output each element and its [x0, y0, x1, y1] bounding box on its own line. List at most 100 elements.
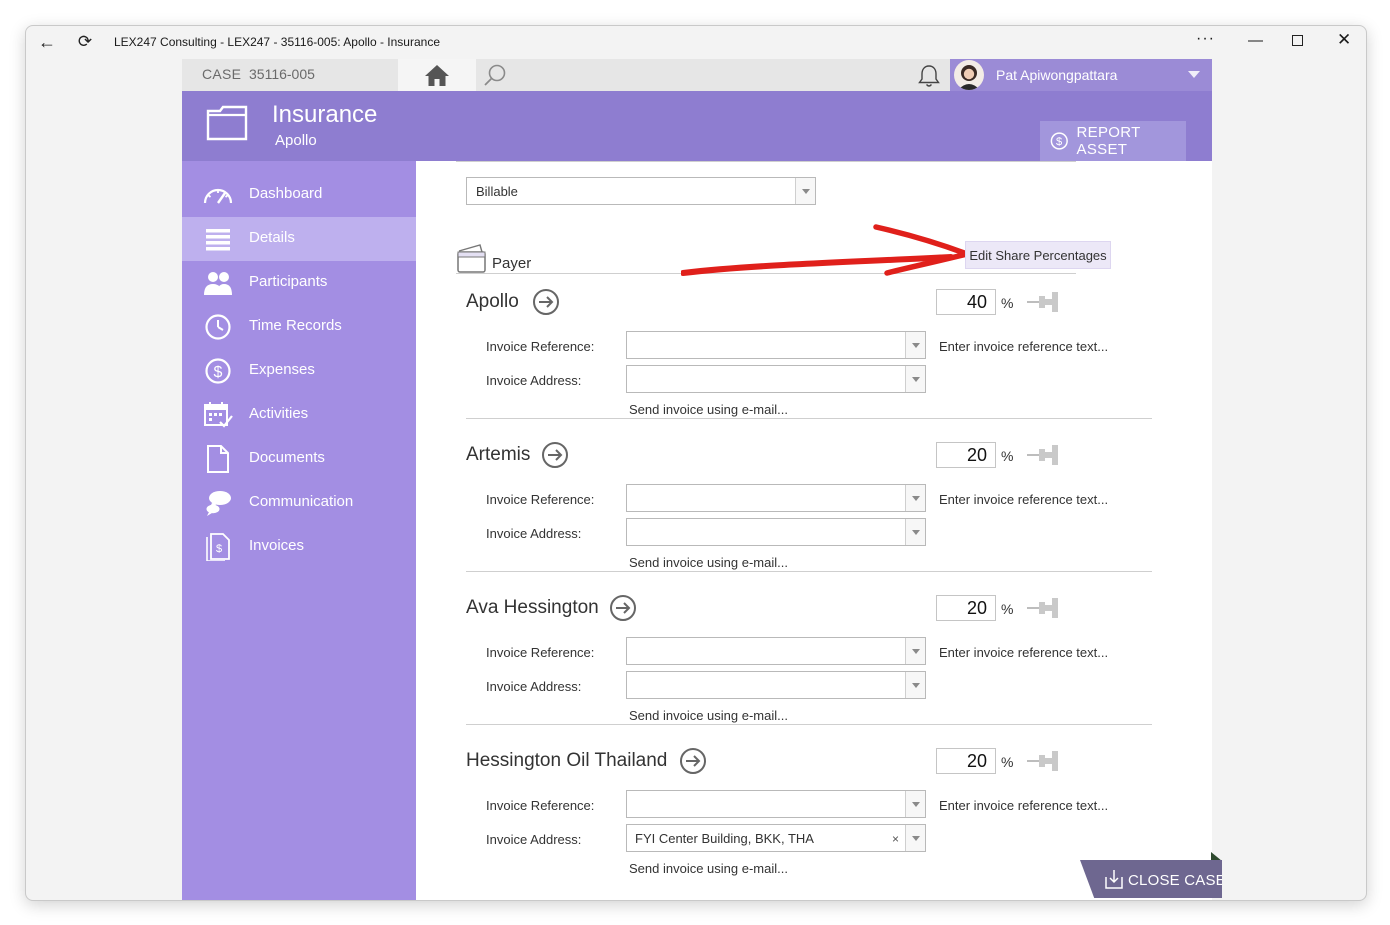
pin-icon[interactable] — [1026, 442, 1060, 468]
pin-icon[interactable] — [1026, 289, 1060, 315]
maximize-icon[interactable] — [1292, 35, 1303, 46]
app-window: ← ⟳ LEX247 Consulting - LEX247 - 35116-0… — [25, 25, 1367, 901]
chevron-down-icon[interactable] — [795, 178, 815, 204]
notification-bell-icon[interactable] — [916, 63, 942, 89]
arrow-right-circle-icon[interactable] — [532, 288, 560, 316]
chevron-down-icon[interactable] — [905, 366, 925, 392]
home-button[interactable] — [398, 59, 476, 91]
details-list-icon — [206, 229, 230, 251]
invoice-reference-select[interactable] — [626, 790, 926, 818]
calendar-check-icon — [204, 402, 233, 428]
sidebar-item-label: Participants — [249, 273, 328, 290]
svg-text:$: $ — [216, 543, 222, 555]
billing-type-select[interactable]: Billable — [466, 177, 816, 205]
send-invoice-email-link[interactable]: Send invoice using e-mail... — [629, 555, 788, 570]
percent-sign: % — [1001, 601, 1014, 617]
invoice-reference-hint[interactable]: Enter invoice reference text... — [939, 645, 1108, 660]
payer-name[interactable]: Apollo — [466, 291, 519, 313]
sidebar-item-dashboard[interactable]: Dashboard — [182, 173, 416, 217]
chevron-down-icon[interactable] — [905, 672, 925, 698]
page-subtitle: Apollo — [275, 132, 317, 149]
share-percentage-input[interactable]: 40 — [936, 289, 996, 315]
invoice-reference-hint[interactable]: Enter invoice reference text... — [939, 798, 1108, 813]
invoice-reference-label: Invoice Reference: — [486, 492, 595, 507]
close-window-icon[interactable]: ✕ — [1337, 30, 1351, 50]
send-invoice-email-link[interactable]: Send invoice using e-mail... — [629, 402, 788, 417]
close-case-button[interactable]: CLOSE CASE — [1080, 860, 1222, 898]
invoice-reference-select[interactable] — [626, 637, 926, 665]
search-icon[interactable] — [482, 63, 508, 87]
invoice-reference-hint[interactable]: Enter invoice reference text... — [939, 339, 1108, 354]
sidebar-item-time-records[interactable]: Time Records — [182, 305, 416, 349]
section-divider — [456, 161, 1076, 162]
payer-row-hessington-oil-thailand: Hessington Oil Thailand 20 % Invoice Ref… — [466, 747, 1156, 900]
invoice-reference-hint[interactable]: Enter invoice reference text... — [939, 492, 1108, 507]
sidebar-item-expenses[interactable]: $ Expenses — [182, 349, 416, 393]
invoice-reference-label: Invoice Reference: — [486, 645, 595, 660]
sidebar-item-label: Documents — [249, 449, 325, 466]
back-arrow-icon[interactable]: ← — [36, 31, 58, 53]
pin-icon[interactable] — [1026, 595, 1060, 621]
share-percentage-input[interactable]: 20 — [936, 595, 996, 621]
payer-name[interactable]: Hessington Oil Thailand — [466, 750, 667, 772]
sidebar-item-participants[interactable]: Participants — [182, 261, 416, 305]
chevron-down-icon[interactable] — [905, 638, 925, 664]
invoice-reference-select[interactable] — [626, 331, 926, 359]
percent-sign: % — [1001, 754, 1014, 770]
user-menu[interactable]: Pat Apiwongpattara — [950, 59, 1212, 91]
clear-icon[interactable]: × — [892, 832, 899, 846]
arrow-right-circle-icon[interactable] — [609, 594, 637, 622]
close-case-label: CLOSE CASE — [1128, 872, 1226, 889]
report-asset-button[interactable]: $ REPORT ASSET — [1040, 121, 1186, 161]
chevron-down-icon[interactable] — [905, 825, 925, 851]
chevron-down-icon[interactable] — [905, 791, 925, 817]
arrow-right-circle-icon[interactable] — [541, 441, 569, 469]
arrow-right-circle-icon[interactable] — [679, 747, 707, 775]
top-bar: CASE 35116-005 Pat Apiwongpattara — [182, 59, 1212, 91]
payer-divider — [466, 571, 1152, 572]
sidebar-item-label: Expenses — [249, 361, 315, 378]
edit-share-percentages-button[interactable]: Edit Share Percentages — [965, 241, 1111, 269]
chevron-down-icon[interactable] — [905, 485, 925, 511]
red-annotation-arrow — [681, 224, 970, 276]
payer-divider — [466, 418, 1152, 419]
invoice-address-label: Invoice Address: — [486, 832, 582, 847]
invoice-reference-select[interactable] — [626, 484, 926, 512]
invoice-address-label: Invoice Address: — [486, 526, 582, 541]
refresh-icon[interactable]: ⟳ — [74, 31, 96, 53]
invoice-address-select[interactable] — [626, 671, 926, 699]
invoice-address-select[interactable] — [626, 518, 926, 546]
payer-row-artemis: Artemis 20 % Invoice Reference: Enter in… — [466, 441, 1156, 597]
wallet-icon — [457, 244, 486, 273]
share-percentage-input[interactable]: 20 — [936, 442, 996, 468]
app-body: CASE 35116-005 Pat Apiwongpattara Insura… — [182, 59, 1212, 900]
send-invoice-email-link[interactable]: Send invoice using e-mail... — [629, 861, 788, 876]
report-asset-label: REPORT ASSET — [1076, 124, 1141, 158]
avatar — [954, 60, 984, 90]
sidebar-nav: Dashboard Details Participants Time Reco… — [182, 161, 416, 900]
share-percentage-input[interactable]: 20 — [936, 748, 996, 774]
invoice-address-label: Invoice Address: — [486, 373, 582, 388]
chevron-down-icon[interactable] — [905, 332, 925, 358]
sidebar-item-activities[interactable]: Activities — [182, 393, 416, 437]
page-title: Insurance — [272, 101, 378, 128]
sidebar-item-invoices[interactable]: $ Invoices — [182, 525, 416, 569]
more-options-icon[interactable]: ··· — [1196, 30, 1215, 48]
folder-icon — [206, 105, 248, 141]
sidebar-item-communication[interactable]: Communication — [182, 481, 416, 525]
invoice-address-select[interactable] — [626, 365, 926, 393]
payer-name[interactable]: Artemis — [466, 444, 530, 466]
chevron-down-icon[interactable] — [905, 519, 925, 545]
invoice-address-select[interactable]: FYI Center Building, BKK, THA × — [626, 824, 926, 852]
minimize-icon[interactable]: — — [1248, 32, 1263, 49]
billing-type-value: Billable — [476, 184, 518, 199]
case-label: CASE — [202, 66, 242, 82]
sidebar-item-documents[interactable]: Documents — [182, 437, 416, 481]
invoice-icon: $ — [206, 533, 230, 561]
chevron-down-icon[interactable] — [1188, 71, 1200, 78]
sidebar-item-details[interactable]: Details — [182, 217, 416, 261]
send-invoice-email-link[interactable]: Send invoice using e-mail... — [629, 708, 788, 723]
pin-icon[interactable] — [1026, 748, 1060, 774]
payer-row-apollo: Apollo 40 % Invoice Reference: Enter inv… — [466, 288, 1156, 444]
payer-name[interactable]: Ava Hessington — [466, 597, 599, 619]
